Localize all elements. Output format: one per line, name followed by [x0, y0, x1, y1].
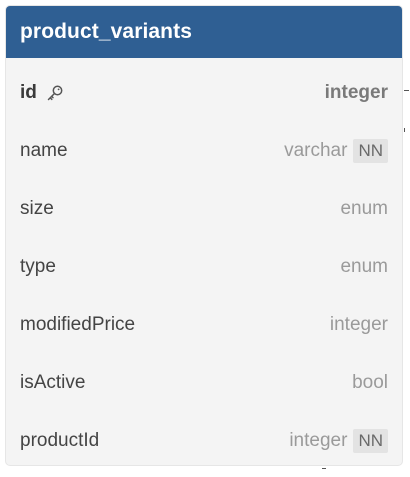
relation-connector [404, 90, 409, 91]
column-name: size [20, 198, 54, 219]
relation-connector [322, 468, 326, 469]
not-null-badge: NN [353, 429, 388, 453]
column-row-name[interactable]: name varchar NN [6, 122, 402, 180]
diagram-canvas: product_variants id integer name varchar… [0, 0, 410, 477]
column-type: bool [352, 372, 388, 393]
column-type: enum [340, 256, 388, 277]
column-row-size[interactable]: size enum [6, 180, 402, 238]
column-row-id[interactable]: id integer [6, 64, 402, 122]
column-type: varchar NN [284, 139, 388, 163]
column-name: name [20, 140, 68, 161]
relation-connector [404, 128, 405, 132]
column-name: isActive [20, 372, 86, 393]
column-name: type [20, 256, 56, 277]
not-null-badge: NN [353, 139, 388, 163]
column-list: id integer name varchar NN size enum typ… [6, 58, 402, 465]
table-title: product_variants [20, 20, 192, 43]
column-name: modifiedPrice [20, 314, 136, 335]
column-type: integer [329, 314, 388, 335]
column-name: productId [20, 430, 100, 451]
column-type: integer NN [289, 429, 388, 453]
key-icon [45, 83, 65, 103]
column-row-modifiedprice[interactable]: modifiedPrice integer [6, 296, 402, 354]
column-name: id [20, 82, 65, 104]
column-type: enum [340, 198, 388, 219]
table-header[interactable]: product_variants [6, 6, 402, 58]
column-row-isactive[interactable]: isActive bool [6, 354, 402, 412]
column-row-type[interactable]: type enum [6, 238, 402, 296]
column-type: integer [324, 82, 388, 103]
column-row-productid[interactable]: productId integer NN [6, 412, 402, 465]
table-card[interactable]: product_variants id integer name varchar… [6, 6, 402, 465]
